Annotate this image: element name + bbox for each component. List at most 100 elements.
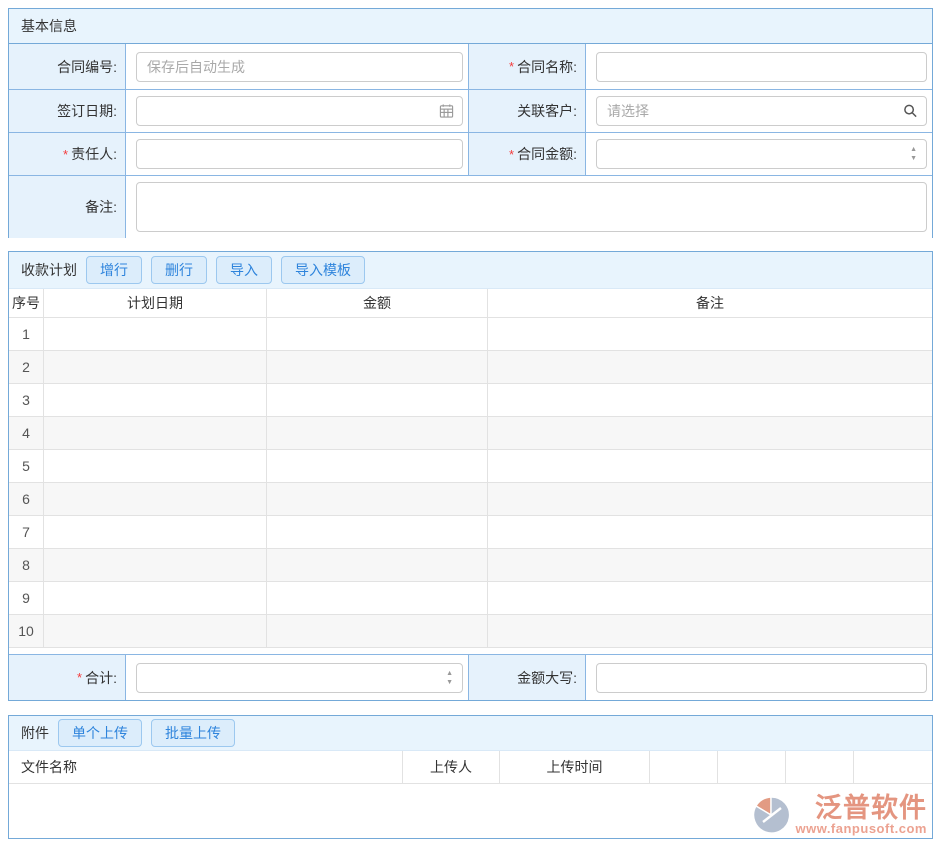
sign-date-label-text: 签订日期: (57, 101, 117, 121)
cell-remark[interactable] (488, 450, 932, 482)
responsible-label: * 责任人: (9, 133, 126, 175)
total-label-text: 合计: (85, 668, 117, 688)
form-row-1: 合同编号: * 合同名称: (9, 44, 932, 89)
search-icon[interactable] (903, 104, 918, 119)
cell-plan-date[interactable] (44, 549, 267, 581)
customer-label: 关联客户: (469, 90, 586, 132)
cell-remark[interactable] (488, 483, 932, 515)
contract-name-label: * 合同名称: (469, 44, 586, 89)
amount-label-text: 合同金额: (517, 144, 577, 164)
amount-input[interactable] (596, 139, 927, 169)
cell-amount[interactable] (267, 582, 488, 614)
calendar-icon[interactable] (439, 104, 454, 119)
cell-amount[interactable] (267, 516, 488, 548)
cell-plan-date[interactable] (44, 351, 267, 383)
cell-amount[interactable] (267, 318, 488, 350)
cell-remark[interactable] (488, 318, 932, 350)
contract-name-input[interactable] (596, 52, 927, 82)
add-row-button[interactable]: 增行 (86, 256, 142, 284)
batch-upload-button[interactable]: 批量上传 (151, 719, 235, 747)
table-row: 8 (9, 549, 932, 582)
sign-date-cell (126, 90, 469, 132)
contract-no-input[interactable] (136, 52, 463, 82)
spinner-up-icon[interactable]: ▲ (910, 145, 917, 154)
contract-name-cell (586, 44, 932, 89)
spinner-down-icon[interactable]: ▼ (910, 154, 917, 163)
cell-remark[interactable] (488, 615, 932, 647)
cell-amount[interactable] (267, 615, 488, 647)
form-row-remark: 备注: (9, 175, 932, 237)
cell-plan-date[interactable] (44, 450, 267, 482)
fanpu-url: www.fanpusoft.com (795, 822, 927, 836)
spinner-up-icon[interactable]: ▲ (446, 669, 453, 678)
amount-label: * 合同金额: (469, 133, 586, 175)
col-header-index: 序号 (9, 289, 44, 317)
import-template-button[interactable]: 导入模板 (281, 256, 365, 284)
amount-words-input[interactable] (596, 663, 927, 693)
col-header-file-name: 文件名称 (9, 751, 403, 783)
col-header-plan-date: 计划日期 (44, 289, 267, 317)
attachments-table-body: 泛普软件 www.fanpusoft.com (9, 784, 932, 838)
col-header-amount: 金额 (267, 289, 488, 317)
total-input[interactable] (136, 663, 463, 693)
cell-plan-date[interactable] (44, 417, 267, 449)
cell-amount[interactable] (267, 549, 488, 581)
cell-amount[interactable] (267, 384, 488, 416)
basic-info-section: 基本信息 合同编号: * 合同名称: 签订日期: (8, 8, 933, 238)
cell-remark[interactable] (488, 417, 932, 449)
sign-date-input[interactable] (136, 96, 463, 126)
remark-textarea[interactable] (136, 182, 927, 232)
table-row: 1 (9, 318, 932, 351)
cell-remark[interactable] (488, 549, 932, 581)
payment-plan-title: 收款计划 (21, 260, 77, 280)
table-row: 10 (9, 615, 932, 648)
amount-words-label: 金额大写: (469, 655, 586, 700)
contract-name-label-text: 合同名称: (517, 57, 577, 77)
remark-label: 备注: (9, 176, 126, 238)
spinner-down-icon[interactable]: ▼ (446, 678, 453, 687)
responsible-cell (126, 133, 469, 175)
form-row-3: * 责任人: * 合同金额: ▲ ▼ (9, 132, 932, 175)
delete-row-button[interactable]: 删行 (151, 256, 207, 284)
cell-amount[interactable] (267, 483, 488, 515)
fanpu-watermark: 泛普软件 www.fanpusoft.com (751, 794, 927, 836)
customer-select-input[interactable] (596, 96, 927, 126)
attachments-section: 附件 单个上传 批量上传 文件名称 上传人 上传时间 泛普软件 www.fanp… (8, 715, 933, 839)
contract-no-label-text: 合同编号: (57, 57, 117, 77)
cell-plan-date[interactable] (44, 318, 267, 350)
cell-plan-date[interactable] (44, 582, 267, 614)
cell-remark[interactable] (488, 384, 932, 416)
form-row-2: 签订日期: 关联客户: (9, 89, 932, 132)
responsible-input[interactable] (136, 139, 463, 169)
required-asterisk: * (509, 147, 514, 162)
cell-remark[interactable] (488, 516, 932, 548)
cell-remark[interactable] (488, 351, 932, 383)
row-index: 8 (9, 549, 44, 581)
attachments-header: 附件 单个上传 批量上传 (9, 716, 932, 751)
cell-plan-date[interactable] (44, 384, 267, 416)
table-row: 3 (9, 384, 932, 417)
cell-amount[interactable] (267, 351, 488, 383)
single-upload-button[interactable]: 单个上传 (58, 719, 142, 747)
col-header-uploader: 上传人 (403, 751, 500, 783)
amount-cell: ▲ ▼ (586, 133, 932, 175)
table-row: 5 (9, 450, 932, 483)
amount-words-cell (586, 655, 932, 700)
cell-plan-date[interactable] (44, 615, 267, 647)
row-index: 1 (9, 318, 44, 350)
cell-amount[interactable] (267, 417, 488, 449)
row-index: 9 (9, 582, 44, 614)
payment-plan-footer: * 合计: ▲ ▼ 金额大写: (9, 654, 932, 700)
cell-plan-date[interactable] (44, 516, 267, 548)
import-button[interactable]: 导入 (216, 256, 272, 284)
number-spinner[interactable]: ▲ ▼ (446, 669, 453, 687)
row-index: 3 (9, 384, 44, 416)
attachments-table-header: 文件名称 上传人 上传时间 (9, 751, 932, 784)
number-spinner[interactable]: ▲ ▼ (910, 145, 917, 163)
row-index: 4 (9, 417, 44, 449)
cell-plan-date[interactable] (44, 483, 267, 515)
payment-plan-table: 序号 计划日期 金额 备注 1 2 3 4 (9, 289, 932, 648)
cell-amount[interactable] (267, 450, 488, 482)
cell-remark[interactable] (488, 582, 932, 614)
amount-words-label-text: 金额大写: (517, 668, 577, 688)
